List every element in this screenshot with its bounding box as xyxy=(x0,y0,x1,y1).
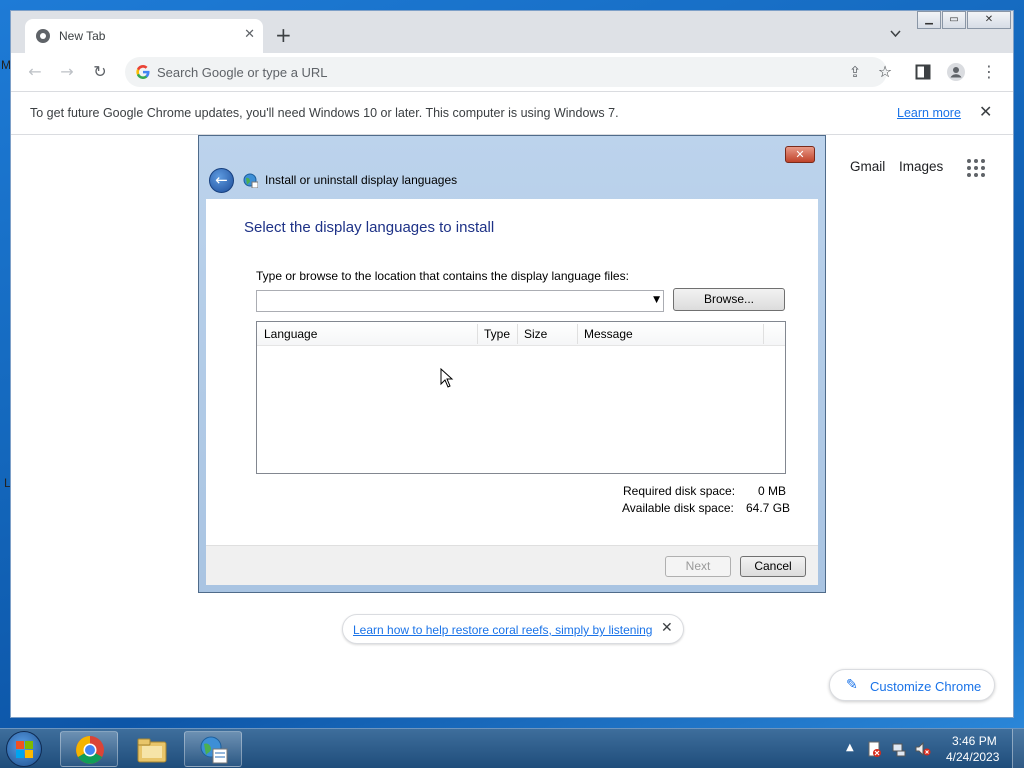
clock-time[interactable]: 3:46 PM xyxy=(952,734,997,748)
dialog-heading: Select the display languages to install xyxy=(244,219,495,236)
chrome-icon xyxy=(76,736,104,764)
location-prompt: Type or browse to the location that cont… xyxy=(256,269,629,283)
dialog-close-button[interactable]: ✕ xyxy=(785,146,815,163)
volume-muted-icon[interactable] xyxy=(915,741,931,757)
share-icon[interactable]: ⇪ xyxy=(845,62,865,82)
combo-dropdown-icon[interactable]: ▼ xyxy=(653,295,660,305)
profile-icon[interactable] xyxy=(947,63,965,81)
location-combobox[interactable]: ▼ xyxy=(256,290,664,312)
tray-expand-icon[interactable]: ▲ xyxy=(846,742,854,753)
bookmark-star-icon[interactable]: ☆ xyxy=(875,62,895,82)
language-setup-icon xyxy=(200,736,228,764)
tab-strip: New Tab ✕ + ▁ ▭ ✕ xyxy=(11,11,1013,53)
available-space-value: 64.7 GB xyxy=(746,501,791,515)
customize-chrome-label: Customize Chrome xyxy=(870,679,982,694)
required-space-label: Required disk space: xyxy=(623,484,736,498)
column-divider[interactable] xyxy=(577,324,578,344)
file-explorer-icon xyxy=(137,738,167,763)
gmail-link[interactable]: Gmail xyxy=(850,159,885,174)
column-message[interactable]: Message xyxy=(584,327,633,341)
forward-icon[interactable]: → xyxy=(57,62,77,82)
chrome-icon xyxy=(36,29,50,43)
new-tab-button[interactable]: + xyxy=(275,25,292,45)
language-list[interactable]: Language Type Size Message xyxy=(256,321,786,474)
images-link[interactable]: Images xyxy=(899,159,943,174)
infobar-close-icon[interactable]: ✕ xyxy=(979,102,992,121)
tab-new-tab[interactable]: New Tab ✕ xyxy=(25,19,263,53)
side-panel-icon[interactable] xyxy=(915,64,931,80)
pencil-icon: ✎ xyxy=(846,677,858,693)
language-globe-icon xyxy=(243,173,258,188)
restore-button[interactable]: ▭ xyxy=(942,11,966,29)
menu-kebab-icon[interactable]: ⋮ xyxy=(979,62,999,82)
mouse-cursor-icon xyxy=(440,368,454,388)
dialog-body: Select the display languages to install … xyxy=(206,199,818,545)
language-list-header: Language Type Size Message xyxy=(257,322,785,346)
dialog-footer: Next Cancel xyxy=(206,545,818,585)
install-languages-dialog: ✕ ← Install or uninstall display languag… xyxy=(198,135,826,593)
promo-chip: Learn how to help restore coral reefs, s… xyxy=(342,614,684,644)
next-button[interactable]: Next xyxy=(665,556,731,577)
back-arrow-icon[interactable]: ← xyxy=(209,168,234,193)
column-divider[interactable] xyxy=(477,324,478,344)
promo-close-icon[interactable]: ✕ xyxy=(661,620,673,636)
column-language[interactable]: Language xyxy=(264,327,317,341)
taskbar-language-setup-button[interactable] xyxy=(184,731,242,767)
cancel-button[interactable]: Cancel xyxy=(740,556,806,577)
windows-flag-icon xyxy=(16,741,34,759)
column-divider[interactable] xyxy=(763,324,764,344)
dialog-title: Install or uninstall display languages xyxy=(265,173,458,187)
action-center-icon[interactable] xyxy=(866,741,882,757)
learn-more-link[interactable]: Learn more xyxy=(897,106,961,120)
network-icon[interactable] xyxy=(891,741,907,757)
column-divider[interactable] xyxy=(517,324,518,344)
infobar-message: To get future Google Chrome updates, you… xyxy=(30,106,619,120)
promo-link[interactable]: Learn how to help restore coral reefs, s… xyxy=(353,623,652,637)
tab-title: New Tab xyxy=(59,29,106,43)
update-infobar: To get future Google Chrome updates, you… xyxy=(11,91,1013,135)
column-size[interactable]: Size xyxy=(524,327,547,341)
minimize-button[interactable]: ▁ xyxy=(917,11,941,29)
taskbar: ▲ 3:46 PM 4/24/2023 xyxy=(0,728,1024,768)
omnibox-input[interactable] xyxy=(157,61,797,83)
column-type[interactable]: Type xyxy=(484,327,510,341)
required-space-value: 0 MB xyxy=(758,484,787,498)
browse-button[interactable]: Browse... xyxy=(673,288,785,311)
customize-chrome-button[interactable]: ✎ Customize Chrome xyxy=(829,669,995,701)
tab-search-chevron-icon[interactable] xyxy=(890,30,901,38)
google-apps-icon[interactable] xyxy=(967,159,987,179)
available-space-label: Available disk space: xyxy=(622,501,734,515)
tab-close-icon[interactable]: ✕ xyxy=(244,27,255,42)
clock-date[interactable]: 4/24/2023 xyxy=(946,750,999,764)
reload-icon[interactable]: ↻ xyxy=(90,62,110,82)
toolbar: ← → ↻ ⇪ ☆ ⋮ xyxy=(11,53,1013,91)
close-button[interactable]: ✕ xyxy=(967,11,1011,29)
start-button[interactable] xyxy=(6,731,42,767)
taskbar-chrome-button[interactable] xyxy=(60,731,118,767)
omnibox[interactable]: ⇪ ☆ xyxy=(125,57,892,87)
back-icon[interactable]: ← xyxy=(25,62,45,82)
google-icon xyxy=(136,65,150,79)
show-desktop-button[interactable] xyxy=(1012,729,1024,768)
taskbar-explorer-button[interactable] xyxy=(122,731,180,767)
